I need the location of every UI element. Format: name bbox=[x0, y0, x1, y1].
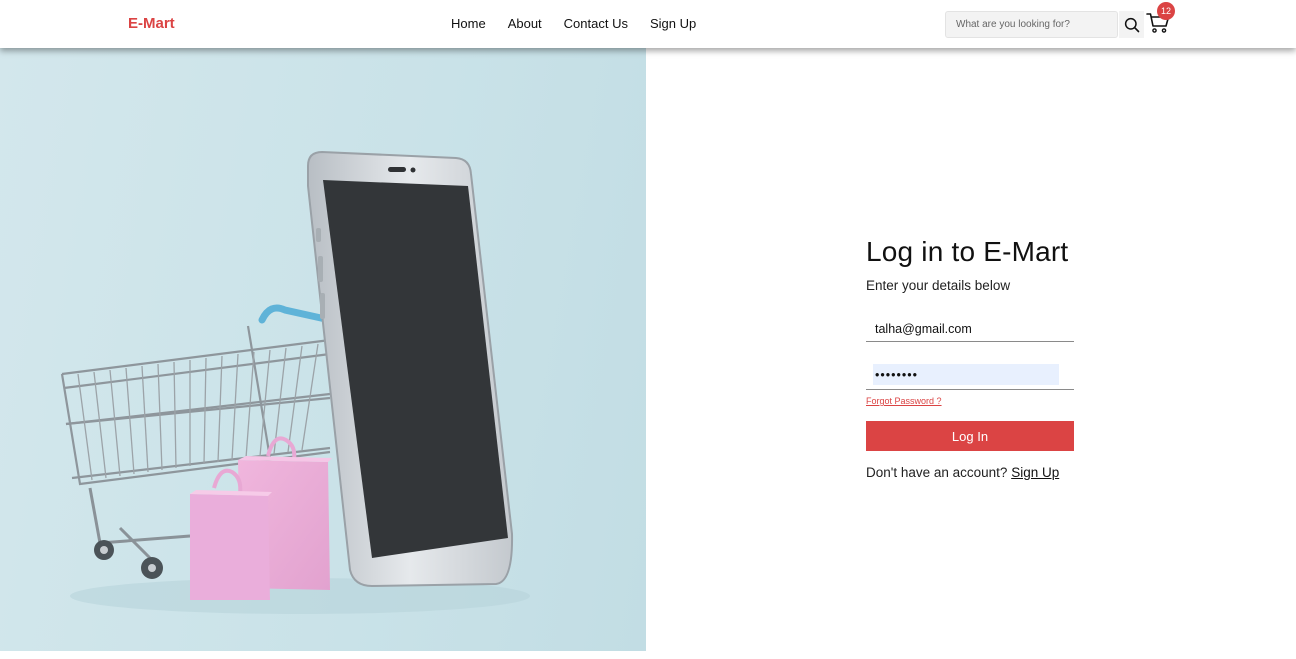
email-field bbox=[866, 318, 1074, 342]
main-nav: Home About Contact Us Sign Up bbox=[451, 16, 696, 31]
password-input[interactable] bbox=[873, 364, 1059, 385]
login-title: Log in to E-Mart bbox=[866, 236, 1069, 267]
nav-link-home[interactable]: Home bbox=[451, 16, 486, 31]
signup-link[interactable]: Sign Up bbox=[1011, 465, 1059, 480]
cart-count-badge: 12 bbox=[1157, 2, 1175, 20]
login-subtitle: Enter your details below bbox=[866, 278, 1011, 293]
no-account-text: Don't have an account? bbox=[866, 465, 1012, 480]
hero-image bbox=[0, 48, 646, 651]
email-input[interactable] bbox=[866, 318, 1074, 340]
signup-prompt: Don't have an account? Sign Up bbox=[866, 465, 1059, 480]
forgot-password-link[interactable]: Forgot Password ? bbox=[866, 396, 942, 406]
search-input[interactable] bbox=[946, 12, 1117, 37]
search-icon bbox=[1124, 17, 1139, 32]
nav-link-contact[interactable]: Contact Us bbox=[564, 16, 628, 31]
search-button[interactable] bbox=[1119, 11, 1144, 38]
nav-link-about[interactable]: About bbox=[508, 16, 542, 31]
brand-logo[interactable]: E-Mart bbox=[128, 15, 175, 32]
search-box bbox=[945, 11, 1118, 38]
nav-link-signup[interactable]: Sign Up bbox=[650, 16, 696, 31]
login-form: Log in to E-Mart Enter your details belo… bbox=[866, 236, 1076, 480]
login-button[interactable]: Log In bbox=[866, 421, 1074, 451]
password-field bbox=[866, 363, 1074, 390]
top-navbar: E-Mart Home About Contact Us Sign Up 12 bbox=[0, 0, 1296, 48]
shopping-cart-phone-illustration bbox=[60, 150, 530, 614]
